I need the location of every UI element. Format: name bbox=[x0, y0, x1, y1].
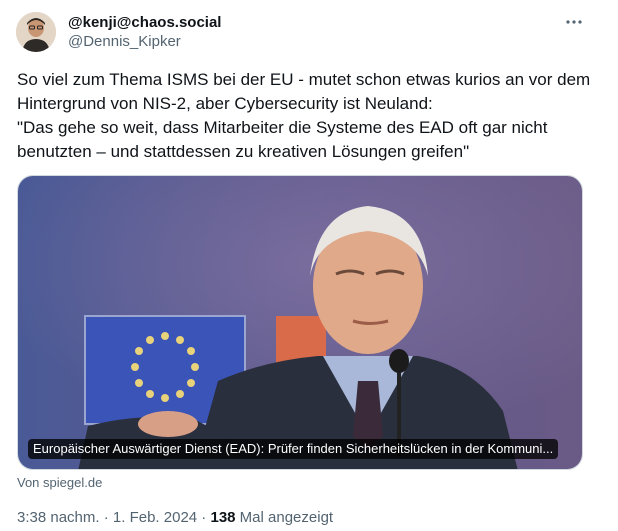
views-count: 138 bbox=[210, 509, 236, 526]
meta-separator: · bbox=[99, 509, 113, 526]
tweet-container: @kenji@chaos.social @Dennis_Kipker So vi… bbox=[0, 0, 618, 531]
author-display-name[interactable]: @kenji@chaos.social bbox=[68, 13, 221, 32]
avatar[interactable] bbox=[16, 12, 56, 52]
tweet-time[interactable]: 3:38 nachm. bbox=[17, 509, 100, 526]
more-options-button[interactable] bbox=[564, 12, 584, 32]
tweet-meta: 3:38 nachm. · 1. Feb. 2024 · 138 Mal ang… bbox=[17, 509, 333, 526]
tweet-date[interactable]: 1. Feb. 2024 bbox=[113, 509, 197, 526]
more-horizontal-icon bbox=[566, 20, 582, 24]
link-card[interactable]: Europäischer Auswärtiger Dienst (EAD): P… bbox=[17, 175, 583, 470]
meta-separator: · bbox=[197, 509, 211, 526]
author-block: @kenji@chaos.social @Dennis_Kipker bbox=[68, 13, 221, 52]
author-handle[interactable]: @Dennis_Kipker bbox=[68, 32, 221, 52]
tweet-text: So viel zum Thema ISMS bei der EU - mute… bbox=[17, 70, 591, 161]
card-image bbox=[18, 176, 582, 469]
card-source-link[interactable]: Von spiegel.de bbox=[17, 475, 102, 490]
views-label: Mal angezeigt bbox=[235, 509, 334, 526]
card-caption: Europäischer Auswärtiger Dienst (EAD): P… bbox=[28, 439, 559, 459]
